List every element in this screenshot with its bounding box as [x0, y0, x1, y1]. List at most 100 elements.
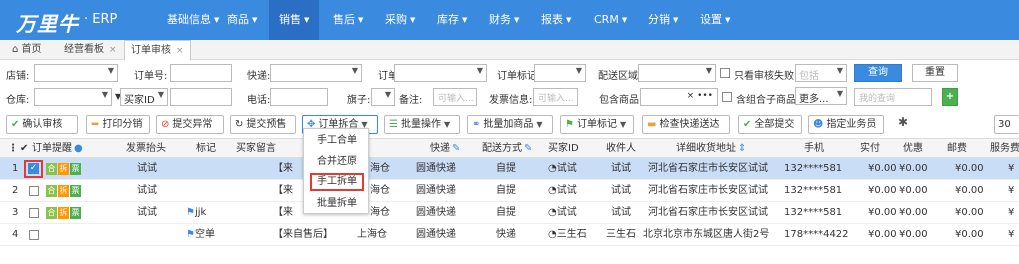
- nav-item-settings[interactable]: 设置 ▼: [690, 0, 740, 40]
- invoice-input[interactable]: 可输入...: [533, 88, 578, 106]
- cell-discount: ¥0.00: [899, 229, 928, 240]
- row-checkbox[interactable]: [29, 230, 39, 240]
- nav-label: 售后: [333, 13, 355, 26]
- contains-goods-input[interactable]: × •••: [640, 88, 718, 106]
- menu-item-manual-split[interactable]: 手工拆单: [310, 173, 364, 191]
- more-value: 更多...: [799, 94, 829, 105]
- th-reminder: 订单提醒 ●: [32, 139, 83, 159]
- condition-select[interactable]: 包括 ▼: [795, 64, 847, 82]
- batch-goods-button[interactable]: ⚭ 批量加商品 ▼: [467, 115, 553, 134]
- wangwang-icon: ◔: [548, 163, 557, 174]
- tab-home[interactable]: ⌂ 首页: [6, 40, 48, 60]
- app-logo-suffix: · ERP: [84, 12, 118, 27]
- only-failed-checkbox[interactable]: [720, 68, 730, 78]
- th-label: 详细收货地址: [676, 143, 736, 154]
- edit-icon[interactable]: ✎: [524, 143, 532, 154]
- area-select[interactable]: ▼: [638, 64, 716, 82]
- check-express-button[interactable]: ▬ 检查快递送达: [642, 115, 730, 134]
- chevron-down-icon: ▼: [304, 16, 310, 24]
- close-icon[interactable]: ×: [109, 45, 117, 55]
- reset-button[interactable]: 重置: [912, 64, 958, 82]
- button-label: 批量操作: [400, 119, 441, 130]
- add-preset-button[interactable]: +: [942, 88, 958, 106]
- order-type-select[interactable]: ▼: [394, 64, 487, 82]
- page-size-select[interactable]: 30: [994, 115, 1019, 134]
- button-label: 提交异常: [172, 119, 213, 130]
- warehouse-select[interactable]: ▼: [34, 88, 112, 106]
- table-row[interactable]: 4 ⚑空单 【来自售后】 上海仓 圆通快递 快递 ◔三生石 三生石 北京北京市东…: [0, 224, 1019, 246]
- preset-query-input[interactable]: 我的查询: [854, 88, 932, 106]
- remark-input[interactable]: 可输入...: [433, 88, 477, 106]
- buyer-id-input[interactable]: [170, 88, 232, 106]
- menu-item-manual-merge[interactable]: 手工合单: [304, 132, 370, 150]
- nav-item-finance[interactable]: 财务 ▼: [479, 0, 529, 40]
- menu-item-merge-restore[interactable]: 合并还原: [304, 153, 370, 171]
- shop-select[interactable]: ▼: [34, 64, 118, 82]
- close-icon[interactable]: ×: [176, 46, 184, 56]
- app-logo[interactable]: 万里牛: [16, 8, 79, 37]
- assign-staff-button[interactable]: ☻ 指定业务员: [808, 115, 884, 134]
- menu-item-batch-split[interactable]: 批量拆单: [304, 195, 370, 213]
- table-row[interactable]: 2 合 拆 票 试试 【来 海仓 圆通快递 自提 ◔试试 试试 河北省石家庄市长…: [0, 180, 1019, 202]
- tab-order-audit[interactable]: 订单审核 ×: [124, 40, 191, 61]
- check-icon: ✔: [11, 119, 20, 130]
- wangwang-icon: ◔: [548, 207, 557, 218]
- cell-postage: ¥0.00: [955, 185, 984, 196]
- more-options-icon[interactable]: •••: [697, 91, 713, 101]
- select-all-check-icon[interactable]: ✔: [20, 139, 28, 159]
- combo-checkbox[interactable]: [722, 92, 732, 102]
- confirm-audit-button[interactable]: ✔ 确认审核: [6, 115, 78, 134]
- chevron-down-icon: ▼: [107, 66, 114, 75]
- invoice-badge: 票: [70, 163, 81, 175]
- submit-exception-button[interactable]: ⊘ 提交异常: [156, 115, 224, 134]
- table-row[interactable]: 1 ✓ 合 拆 票 试试 【来 海仓 圆通快递 自提 ◔试试 试试 河北省石家庄…: [0, 158, 1019, 180]
- order-no-input[interactable]: [170, 64, 232, 82]
- flag-select[interactable]: ▼: [371, 88, 395, 106]
- column-menu-icon[interactable]: ⋮: [8, 139, 18, 159]
- nav-item-purchase[interactable]: 采购 ▼: [375, 0, 425, 40]
- buyer-id-select[interactable]: 买家ID ▼: [120, 88, 168, 106]
- batch-ops-button[interactable]: ☰ 批量操作 ▼: [384, 115, 460, 134]
- phone-input[interactable]: [270, 88, 328, 106]
- tab-label: 经营看板: [64, 44, 104, 55]
- flag-icon: ⚑: [186, 229, 195, 240]
- row-number: 3: [12, 207, 19, 218]
- order-mark-button[interactable]: ⚑ 订单标记 ▼: [560, 115, 634, 134]
- query-button[interactable]: 查询: [854, 64, 902, 82]
- nav-item-reports[interactable]: 报表 ▼: [531, 0, 581, 40]
- more-select[interactable]: 更多... ▼: [795, 87, 847, 105]
- tab-kanban[interactable]: 经营看板 ×: [58, 40, 123, 60]
- shop-label: 店铺:: [6, 71, 30, 82]
- cell-invoice: 试试: [137, 185, 157, 196]
- cell-value: 试试: [556, 185, 577, 196]
- nav-item-sales[interactable]: 销售 ▼: [269, 0, 320, 40]
- clear-icon[interactable]: ×: [687, 91, 695, 101]
- row-checkbox[interactable]: [29, 186, 39, 196]
- cell-value: 试试: [556, 207, 577, 218]
- nav-item-goods[interactable]: 商品 ▼: [217, 0, 267, 40]
- nav-item-distribution[interactable]: 分销 ▼: [638, 0, 688, 40]
- check-icon: ✔: [743, 119, 752, 130]
- cell-paid: ¥0.00: [868, 163, 897, 174]
- tab-label: 首页: [21, 44, 42, 55]
- submit-all-button[interactable]: ✔ 全部提交: [738, 115, 802, 134]
- express-select[interactable]: ▼: [270, 64, 362, 82]
- express-label: 快递:: [247, 71, 271, 82]
- ban-icon: ⊘: [161, 119, 170, 130]
- th-buyer-id: 买家ID: [548, 143, 579, 154]
- order-mark-select[interactable]: ▼: [534, 64, 586, 82]
- nav-item-after-sales[interactable]: 售后 ▼: [323, 0, 373, 40]
- nav-item-crm[interactable]: CRM ▼: [584, 0, 637, 40]
- th-service-fee: 服务费: [990, 143, 1019, 154]
- row-checkbox[interactable]: [29, 208, 39, 218]
- sort-icon[interactable]: ⇕: [738, 143, 746, 154]
- cell-value: 试试: [556, 163, 577, 174]
- submit-presale-button[interactable]: ↻ 提交预售: [230, 115, 296, 134]
- chevron-down-icon: ▼: [252, 16, 258, 24]
- nav-item-inventory[interactable]: 库存 ▼: [427, 0, 477, 40]
- print-button[interactable]: ➥ 打印分销: [86, 115, 150, 134]
- table-row[interactable]: 3 合 拆 票 试试 ⚑jjk 【来 海仓 圆通快递 自提 ◔试试 试试 河北省…: [0, 202, 1019, 224]
- gear-icon[interactable]: ✱: [898, 115, 908, 129]
- cell-ship-method: 自提: [496, 185, 516, 196]
- edit-icon[interactable]: ✎: [452, 143, 460, 154]
